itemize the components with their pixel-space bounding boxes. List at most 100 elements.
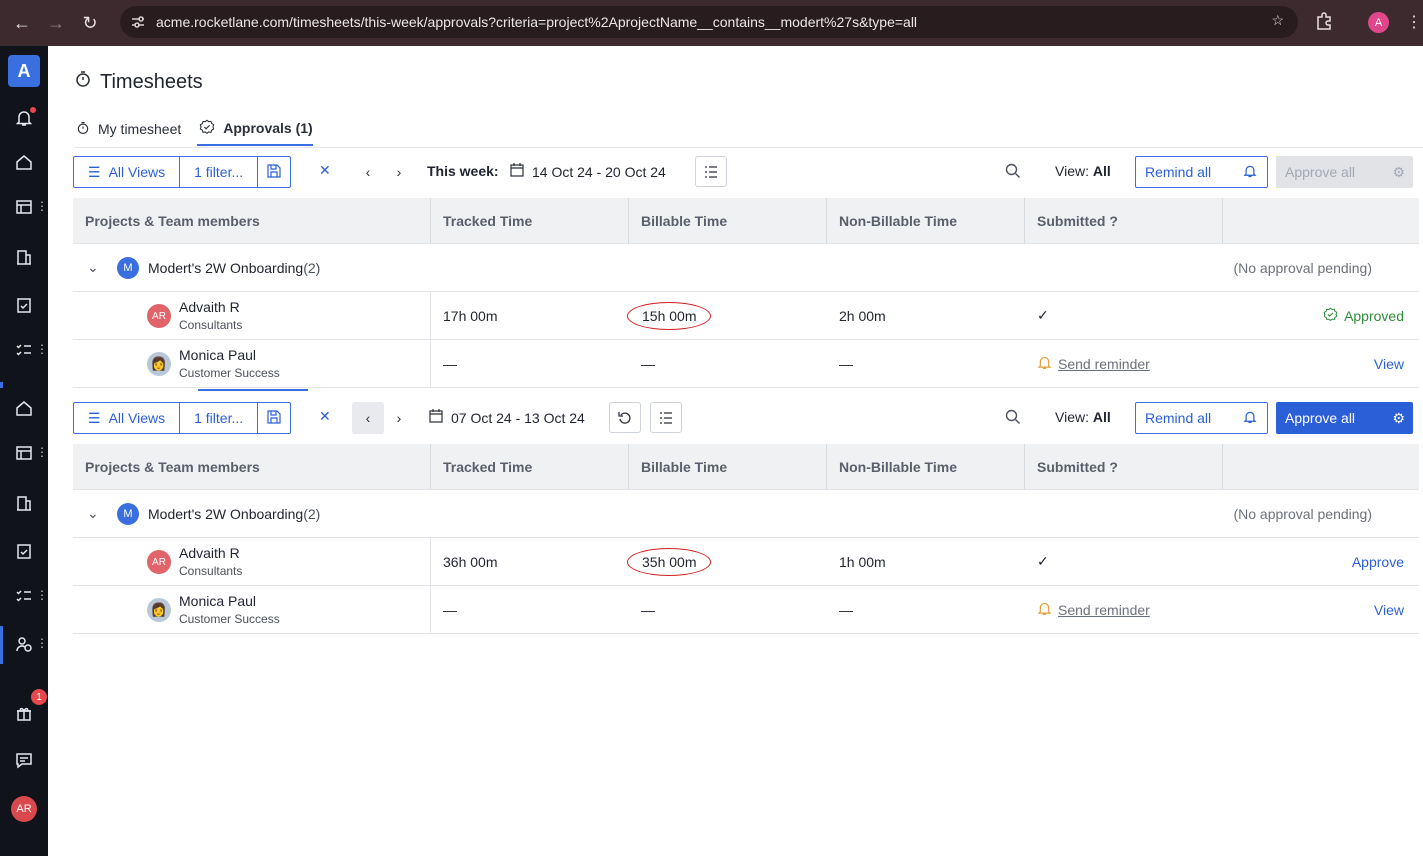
search-icon[interactable] (1005, 163, 1021, 182)
project-group-row[interactable]: ⌄ M Modert's 2W Onboarding(2) (No approv… (73, 244, 1419, 292)
people-time-icon[interactable] (14, 634, 34, 654)
address-bar[interactable]: acme.rocketlane.com/timesheets/this-week… (120, 6, 1298, 38)
non-billable-time: 2h 00m (839, 307, 886, 324)
approval-status: (No approval pending) (1233, 505, 1372, 522)
projects-more-icon-2[interactable]: ⋮ (36, 445, 48, 459)
action-cell: Approve (1223, 538, 1419, 585)
approve-all-button[interactable]: Approve all ⚙ (1276, 402, 1413, 434)
left-rail: A ⋮ ⋮ ⋮ ⋮ ⋮ 1 AR (0, 46, 48, 856)
prev-week-button[interactable]: ‹ (352, 156, 384, 188)
browser-menu-icon[interactable]: ⋮ (1406, 12, 1422, 32)
approved-status: Approved (1323, 307, 1419, 325)
filter-button[interactable]: 1 filter... (180, 157, 259, 187)
clear-filter-icon[interactable]: ✕ (319, 162, 331, 179)
tasks-icon[interactable] (14, 340, 34, 360)
filter-button[interactable]: 1 filter... (180, 403, 259, 433)
list-options-button[interactable] (695, 156, 727, 187)
all-views-button[interactable]: ☰ All Views (74, 157, 181, 187)
approve-link[interactable]: Approve (1352, 554, 1419, 570)
non-billable-time: — (839, 355, 853, 372)
col-header[interactable]: Tracked Time (431, 443, 629, 490)
home-icon-2[interactable] (14, 398, 34, 418)
view-link[interactable]: View (1374, 602, 1419, 618)
date-range-picker[interactable]: 14 Oct 24 - 20 Oct 24 (510, 163, 666, 180)
projects-icon[interactable] (14, 197, 34, 217)
col-header[interactable]: Projects & Team members (73, 197, 431, 244)
billable-time-cell: 15h 00m (627, 292, 827, 339)
col-header[interactable]: Tracked Time (431, 197, 629, 244)
col-header[interactable]: Projects & Team members (73, 443, 431, 490)
save-view-button[interactable] (258, 157, 290, 187)
date-range-picker[interactable]: 07 Oct 24 - 13 Oct 24 (429, 409, 585, 426)
home-icon[interactable] (14, 152, 34, 172)
app-logo[interactable]: A (8, 55, 40, 87)
extensions-icon[interactable] (1314, 11, 1334, 34)
table-row[interactable]: 👩 Monica Paul Customer Success — — — Sen… (73, 340, 1419, 388)
reload-icon[interactable]: ↻ (78, 11, 102, 35)
view-link[interactable]: View (1374, 356, 1419, 372)
projects-more-icon[interactable]: ⋮ (36, 199, 48, 213)
col-header[interactable]: Submitted ? (1025, 443, 1223, 490)
remind-all-button[interactable]: Remind all (1135, 402, 1268, 434)
reports-icon-2[interactable] (14, 493, 34, 513)
reports-icon[interactable] (14, 247, 34, 267)
tab-approvals[interactable]: Approvals (1) (197, 112, 313, 146)
chat-icon[interactable] (14, 750, 34, 770)
view-selector[interactable]: View: All (1055, 163, 1111, 179)
next-week-button[interactable]: › (383, 402, 415, 434)
send-reminder-link[interactable]: Send reminder (1037, 355, 1150, 373)
submitted-check: ✓ (1037, 553, 1049, 569)
col-header[interactable]: Non-Billable Time (827, 443, 1025, 490)
stopwatch-icon (76, 121, 90, 138)
all-views-label: All Views (108, 164, 166, 180)
table-row[interactable]: AR Advaith R Consultants 36h 00m 35h 00m… (73, 538, 1419, 586)
clipboard-icon-2[interactable] (14, 541, 34, 561)
project-name-text: Modert's 2W Onboarding (148, 259, 304, 276)
col-header[interactable]: Billable Time (629, 197, 827, 244)
site-settings-icon[interactable] (128, 12, 148, 32)
remind-all-button[interactable]: Remind all (1135, 156, 1268, 188)
tasks-icon-2[interactable] (14, 586, 34, 606)
col-header[interactable]: Submitted ? (1025, 197, 1223, 244)
browser-chrome: ← → ↻ acme.rocketlane.com/timesheets/thi… (0, 0, 1423, 46)
save-view-button[interactable] (258, 403, 290, 433)
list-options-button[interactable] (650, 402, 682, 433)
forward-icon[interactable]: → (44, 11, 68, 35)
prev-week-button[interactable]: ‹ (352, 402, 384, 434)
col-header[interactable]: Billable Time (629, 443, 827, 490)
tab-my-timesheet[interactable]: My timesheet (74, 112, 183, 146)
action-cell: View (1223, 586, 1419, 633)
chevron-down-icon[interactable]: ⌄ (87, 259, 99, 276)
send-reminder-link[interactable]: Send reminder (1037, 601, 1150, 619)
chevron-down-icon[interactable]: ⌄ (87, 505, 99, 522)
action-cell: Approved (1223, 292, 1419, 339)
bookmark-star-icon[interactable]: ☆ (1271, 12, 1284, 29)
back-icon[interactable]: ← (10, 11, 34, 35)
reset-week-button[interactable] (609, 402, 641, 433)
tracked-time: — (443, 601, 457, 618)
billable-time-highlighted: 15h 00m (627, 301, 712, 330)
gift-icon[interactable] (14, 703, 34, 723)
member-role: Consultants (179, 564, 243, 578)
projects-icon-2[interactable] (14, 443, 34, 463)
people-more-icon[interactable]: ⋮ (36, 636, 48, 650)
approve-all-button[interactable]: Approve all ⚙ (1276, 156, 1413, 188)
user-avatar[interactable]: AR (11, 796, 37, 822)
col-header[interactable]: Non-Billable Time (827, 197, 1025, 244)
view-selector[interactable]: View: All (1055, 409, 1111, 425)
search-icon[interactable] (1005, 409, 1021, 428)
tasks-more-icon-2[interactable]: ⋮ (36, 588, 48, 602)
table-row[interactable]: 👩 Monica Paul Customer Success — — — Sen… (73, 586, 1419, 634)
project-group-row[interactable]: ⌄ M Modert's 2W Onboarding(2) (No approv… (73, 490, 1419, 538)
browser-profile-avatar[interactable]: A (1368, 12, 1389, 33)
next-week-button[interactable]: › (383, 156, 415, 188)
all-views-button[interactable]: ☰ All Views (74, 403, 181, 433)
member-avatar: AR (147, 550, 171, 574)
table-row[interactable]: AR Advaith R Consultants 17h 00m 15h 00m… (73, 292, 1419, 340)
tab-label: Approvals (1) (223, 120, 313, 136)
col-header (1223, 198, 1419, 244)
tasks-more-icon[interactable]: ⋮ (36, 342, 48, 356)
clear-filter-icon[interactable]: ✕ (319, 408, 331, 425)
remind-all-label: Remind all (1145, 164, 1212, 180)
clipboard-icon[interactable] (14, 295, 34, 315)
